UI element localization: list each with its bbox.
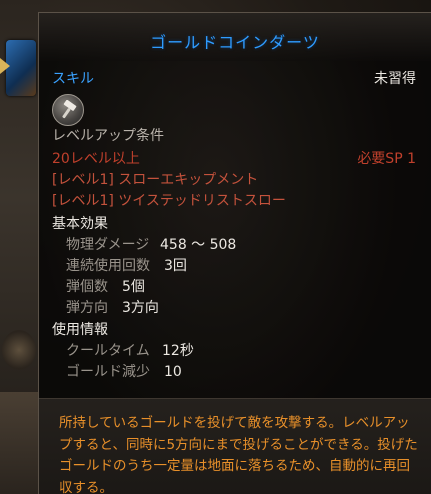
- skill-type-label: スキル: [52, 71, 94, 87]
- stat-value: 3方向: [122, 300, 159, 316]
- required-sp: 必要SP 1: [357, 151, 416, 167]
- game-screen: ゴールドコインダーツ スキル 未習得 レベルアップ条件 20レベル以上 必要SP…: [0, 0, 431, 494]
- description-box: 所持しているゴールドを投げて敵を攻撃する。レベルアップすると、同時に5方向にまで…: [39, 398, 431, 494]
- usage-value: 12秒: [162, 343, 194, 359]
- required-level: 20レベル以上: [52, 151, 140, 167]
- usage-label: ゴールド減少: [66, 364, 150, 380]
- prerequisite-skill: [レベル1] スローエキップメント: [52, 172, 259, 188]
- skill-title: ゴールドコインダーツ: [150, 33, 320, 52]
- stat-label: 弾個数: [66, 279, 108, 295]
- background-frame: [0, 392, 40, 494]
- stat-label: 連続使用回数: [66, 258, 150, 274]
- requirement-header: レベルアップ条件: [52, 128, 164, 144]
- usage-label: クールタイム: [66, 343, 150, 359]
- stat-value: 458 ～ 508: [160, 237, 237, 253]
- prerequisite-skill: [レベル1] ツイステッドリストスロー: [52, 193, 286, 209]
- usage-info-header: 使用情報: [52, 322, 108, 338]
- skill-slot-icon[interactable]: [6, 40, 36, 96]
- stat-value: 5個: [122, 279, 145, 295]
- basic-effect-header: 基本効果: [52, 216, 108, 232]
- stat-label: 物理ダメージ: [66, 237, 150, 253]
- skill-description: 所持しているゴールドを投げて敵を攻撃する。レベルアップすると、同時に5方向にまで…: [59, 415, 418, 494]
- arrow-icon: [0, 58, 10, 74]
- hammer-icon: [52, 94, 84, 126]
- skill-tooltip: ゴールドコインダーツ スキル 未習得 レベルアップ条件 20レベル以上 必要SP…: [38, 12, 431, 494]
- ornament-icon: [2, 330, 36, 370]
- stat-value: 3回: [164, 258, 187, 274]
- stat-label: 弾方向: [66, 300, 108, 316]
- learn-status: 未習得: [374, 71, 416, 87]
- usage-value: 10: [164, 364, 182, 380]
